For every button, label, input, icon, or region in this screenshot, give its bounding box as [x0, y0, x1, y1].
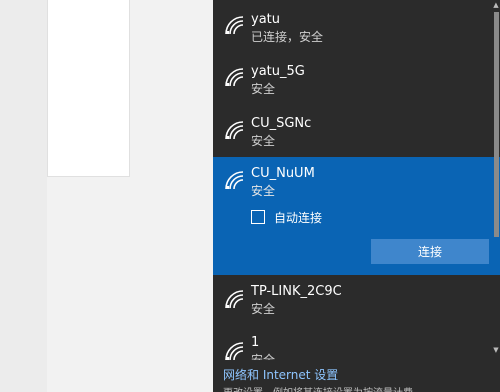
network-status: 安全 [251, 134, 276, 148]
network-item-tp-link[interactable]: TP-LINK_2C9C 安全 [213, 275, 500, 327]
network-status: 安全 [251, 353, 276, 360]
network-item-1[interactable]: 1 安全 [213, 327, 500, 360]
network-item-cu-nuum[interactable]: CU_NuUM 安全 自动连接 连接 [213, 157, 500, 275]
flyout-footer: 网络和 Internet 设置 更改设置，例如将某连接设置为按流量计费。 [213, 360, 500, 392]
network-name: yatu [251, 12, 280, 27]
network-status: 安全 [251, 184, 276, 198]
scrollbar-thumb[interactable] [494, 12, 499, 237]
auto-connect-checkbox[interactable] [251, 210, 265, 224]
network-name: TP-LINK_2C9C [251, 284, 342, 299]
settings-hint: 更改设置，例如将某连接设置为按流量计费。 [223, 384, 423, 392]
scrollbar[interactable]: ▲ ▼ [492, 0, 500, 360]
wifi-flyout: yatu 已连接，安全 yatu_5G 安全 CU_SGNc 安全 CU_NuU… [213, 0, 500, 392]
wifi-secured-icon [225, 171, 244, 190]
network-status: 安全 [251, 302, 276, 316]
network-name: yatu_5G [251, 64, 305, 79]
chevron-up-icon[interactable]: ▲ [492, 0, 500, 10]
network-name: 1 [251, 335, 260, 350]
background-window-left [0, 0, 47, 392]
network-item-yatu[interactable]: yatu 已连接，安全 [213, 0, 500, 52]
network-name: CU_NuUM [251, 166, 315, 181]
network-settings-link[interactable]: 网络和 Internet 设置 [223, 366, 338, 383]
connect-button[interactable]: 连接 [371, 239, 489, 264]
network-status: 安全 [251, 82, 276, 96]
network-status: 已连接，安全 [251, 30, 324, 44]
wifi-secured-icon [225, 290, 244, 309]
wifi-secured-icon [225, 342, 244, 360]
wifi-secured-icon [225, 16, 244, 35]
background-window-panel [47, 0, 130, 177]
chevron-down-icon[interactable]: ▼ [492, 345, 500, 355]
network-item-cu-sgnc[interactable]: CU_SGNc 安全 [213, 104, 500, 157]
wifi-secured-icon [225, 68, 244, 87]
auto-connect-label: 自动连接 [274, 210, 323, 225]
network-item-yatu-5g[interactable]: yatu_5G 安全 [213, 52, 500, 104]
auto-connect-checkbox-row[interactable]: 自动连接 [251, 208, 322, 226]
wifi-secured-icon [225, 121, 244, 140]
network-name: CU_SGNc [251, 116, 312, 131]
